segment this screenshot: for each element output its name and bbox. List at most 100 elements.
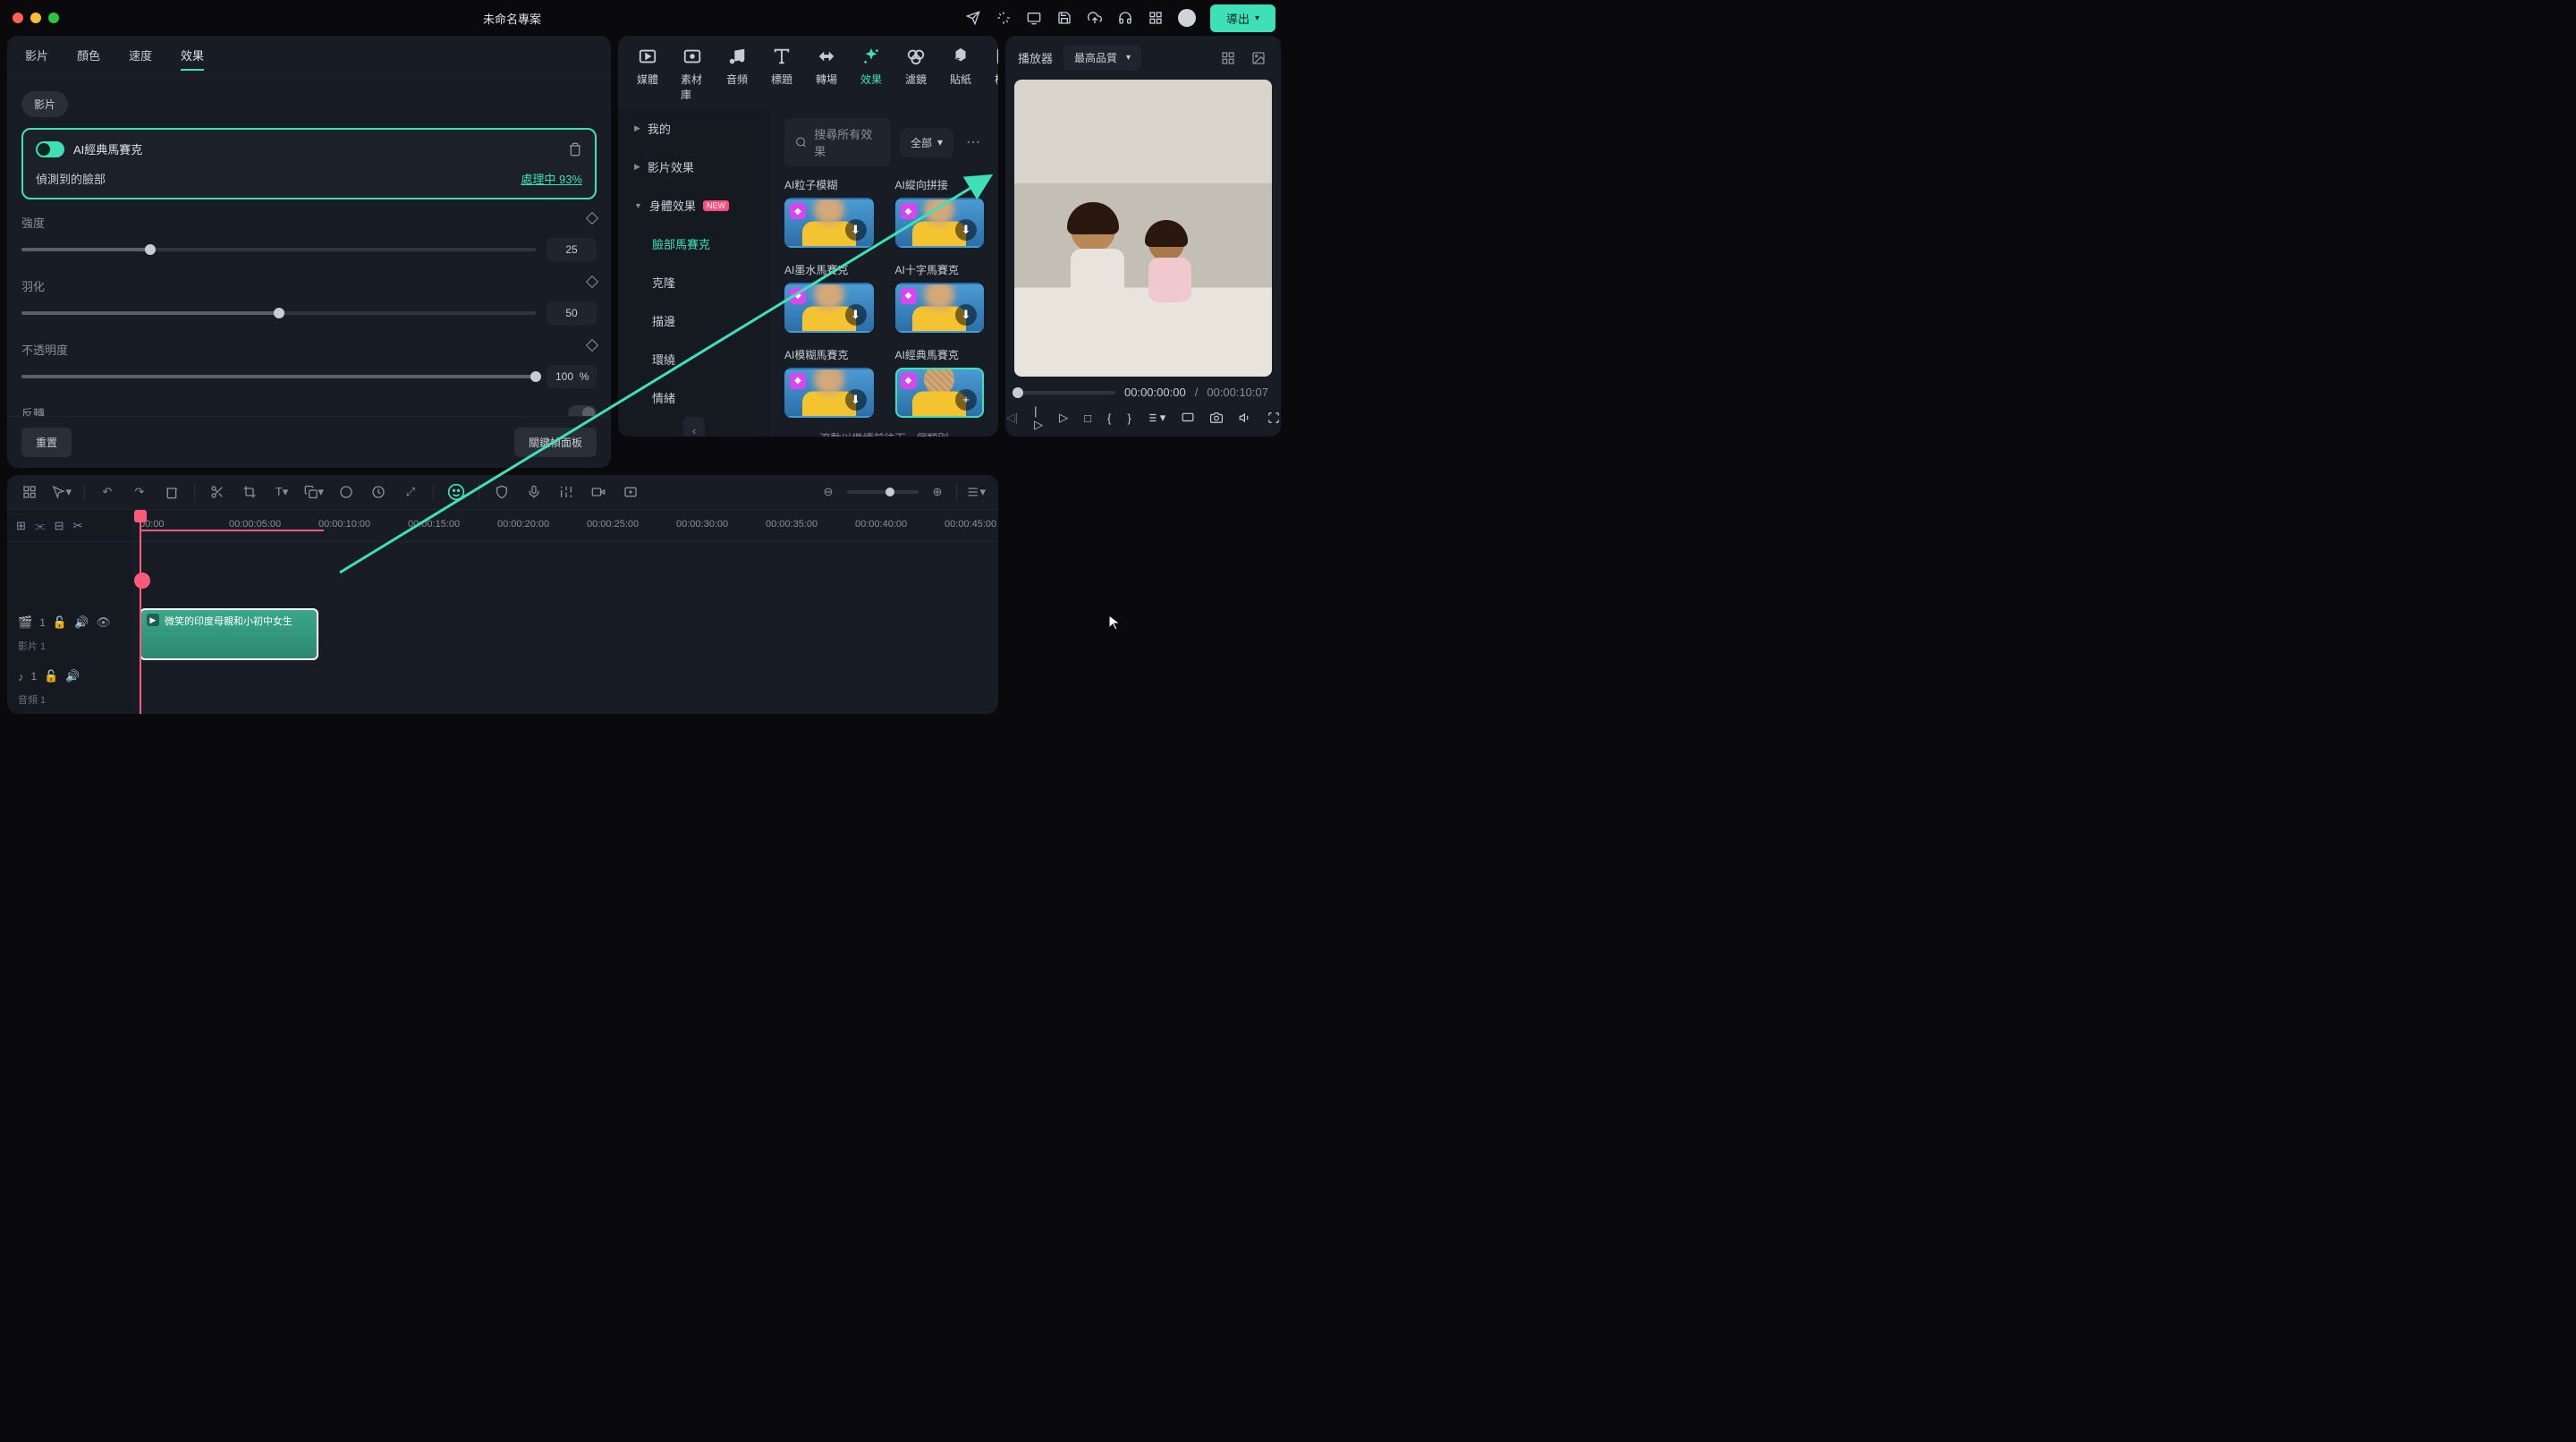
stop-icon[interactable]: □ (1084, 408, 1091, 428)
effect-thumbnail[interactable]: ◆⬇ (784, 368, 874, 418)
sidebar-item-body-effects[interactable]: ▼身體效果NEW (618, 186, 770, 225)
effect-thumbnail[interactable]: ◆⬇ (784, 198, 874, 248)
keyframe-panel-button[interactable]: 關鍵幀面板 (514, 428, 597, 457)
delete-icon[interactable] (162, 482, 182, 502)
intensity-value[interactable]: 25 (547, 238, 597, 261)
download-icon[interactable]: ⬇ (845, 389, 867, 411)
scrub-slider[interactable] (1018, 391, 1115, 394)
tab-template[interactable]: 模板 (994, 45, 998, 102)
video-preview[interactable] (1014, 80, 1272, 377)
sidebar-collapse-button[interactable]: ‹ (683, 417, 705, 437)
snap-icon[interactable]: ✂ (73, 519, 83, 533)
effect-card[interactable]: AI十字馬賽克 ◆⬇ (895, 262, 985, 333)
add-track-icon[interactable]: ⊞ (16, 519, 26, 533)
tab-effect[interactable]: 效果 (860, 45, 883, 102)
timeline-ruler[interactable]: 00:00 00:00:05:00 00:00:10:00 00:00:15:0… (132, 510, 998, 542)
image-icon[interactable] (1249, 48, 1268, 68)
mark-in-icon[interactable]: { (1107, 408, 1111, 428)
visibility-icon[interactable]: 👁 (96, 615, 111, 630)
ai-face-icon[interactable] (446, 482, 466, 502)
send-icon[interactable] (965, 10, 981, 26)
tab-media[interactable]: 媒體 (636, 45, 659, 102)
effect-card[interactable]: AI粒子模糊 ◆⬇ (784, 177, 874, 248)
effect-card[interactable]: AI模糊馬賽克 ◆⬇ (784, 347, 874, 418)
filter-dropdown[interactable]: 全部▾ (900, 128, 953, 157)
processing-status[interactable]: 處理中 93% (521, 170, 582, 187)
effect-card[interactable]: AI縱向拼接 ◆⬇ (895, 177, 985, 248)
tab-filter[interactable]: 濾鏡 (904, 45, 928, 102)
mute-icon[interactable]: 🔊 (74, 615, 89, 630)
save-icon[interactable] (1056, 10, 1072, 26)
effect-thumbnail[interactable]: ◆⬇ (784, 283, 874, 333)
tab-speed-props[interactable]: 速度 (129, 47, 152, 71)
effect-thumbnail[interactable]: ◆⬇ (895, 283, 985, 333)
cloud-icon[interactable] (1087, 10, 1103, 26)
zoom-out-icon[interactable]: ⊖ (818, 482, 838, 502)
effect-card[interactable]: AI墨水馬賽克 ◆⬇ (784, 262, 874, 333)
intensity-slider[interactable] (21, 248, 536, 251)
prev-frame-icon[interactable]: ◁| (1006, 408, 1018, 428)
download-icon[interactable]: ⬇ (845, 219, 867, 241)
apps-icon[interactable] (1148, 10, 1164, 26)
zoom-in-icon[interactable]: ⊕ (928, 482, 947, 502)
timeline-tracks[interactable]: 00:00 00:00:05:00 00:00:10:00 00:00:15:0… (132, 510, 998, 714)
mark-out-icon[interactable]: } (1127, 408, 1131, 428)
video-track-header[interactable]: 🎬1 🔓 🔊 👁 (7, 606, 132, 639)
play-icon[interactable]: ▷ (1059, 408, 1068, 428)
track-options-icon[interactable]: ▾ (966, 482, 986, 502)
export-button[interactable]: 導出 ▾ (1210, 4, 1275, 32)
step-back-icon[interactable]: |▷ (1034, 408, 1043, 428)
lock-icon[interactable]: 🔓 (44, 669, 58, 683)
sidebar-item-surround[interactable]: 環繞 (618, 340, 770, 378)
sidebar-item-emotion[interactable]: 情緒 (618, 378, 770, 417)
opacity-value[interactable]: 100 % (547, 365, 597, 388)
effect-toggle[interactable] (36, 141, 64, 157)
tab-audio[interactable]: 音頻 (725, 45, 749, 102)
volume-icon[interactable] (1239, 408, 1251, 428)
feather-slider[interactable] (21, 311, 536, 315)
tab-effect-props[interactable]: 效果 (181, 47, 204, 71)
scope-chip[interactable]: 影片 (21, 91, 68, 117)
feather-value[interactable]: 50 (547, 301, 597, 325)
keyframe-icon[interactable] (586, 212, 598, 225)
keyframe-icon[interactable] (586, 276, 598, 288)
opacity-slider[interactable] (21, 375, 536, 378)
add-icon[interactable]: + (955, 389, 977, 411)
redo-icon[interactable]: ↷ (130, 482, 149, 502)
lock-icon[interactable]: 🔓 (53, 615, 67, 630)
monitor-icon[interactable] (1026, 10, 1042, 26)
link-tracks-icon[interactable]: ⫘ (35, 519, 46, 533)
marker-menu-icon[interactable]: ▾ (1148, 408, 1166, 428)
speed-icon[interactable] (369, 482, 388, 502)
link-icon[interactable] (589, 482, 608, 502)
tab-stock[interactable]: 素材庫 (681, 45, 704, 102)
search-input[interactable]: 搜尋所有效果 (784, 118, 891, 166)
tab-sticker[interactable]: 貼紙 (949, 45, 972, 102)
quality-dropdown[interactable]: 最高品質▾ (1063, 45, 1141, 71)
tab-transition[interactable]: 轉場 (815, 45, 838, 102)
color-icon[interactable] (336, 482, 356, 502)
mic-icon[interactable] (524, 482, 544, 502)
zoom-slider[interactable] (847, 490, 919, 494)
copy-icon[interactable]: ▾ (304, 482, 324, 502)
sidebar-item-face-mosaic[interactable]: 臉部馬賽克 (618, 225, 770, 263)
audio-track-header[interactable]: ♪1 🔓 🔊 (7, 660, 132, 692)
user-avatar[interactable] (1178, 9, 1196, 27)
display-icon[interactable] (1182, 408, 1194, 428)
tab-color-props[interactable]: 顏色 (77, 47, 100, 71)
keyframe-icon[interactable] (586, 339, 598, 352)
mixer-icon[interactable] (556, 482, 576, 502)
delete-icon[interactable] (568, 142, 582, 157)
expand-icon[interactable]: ⤢ (401, 482, 420, 502)
download-icon[interactable]: ⬇ (955, 304, 977, 326)
undo-icon[interactable]: ↶ (97, 482, 117, 502)
tab-titles[interactable]: 標題 (770, 45, 793, 102)
text-tool-icon[interactable]: T▾ (272, 482, 292, 502)
mute-icon[interactable]: 🔊 (65, 669, 80, 683)
sidebar-item-video-effects[interactable]: ▶影片效果 (618, 148, 770, 186)
minimize-window-icon[interactable] (30, 13, 41, 23)
download-icon[interactable]: ⬇ (845, 304, 867, 326)
marker[interactable] (134, 573, 150, 589)
sidebar-item-my[interactable]: ▶我的 (618, 109, 770, 148)
snapshot-icon[interactable] (1210, 408, 1223, 428)
